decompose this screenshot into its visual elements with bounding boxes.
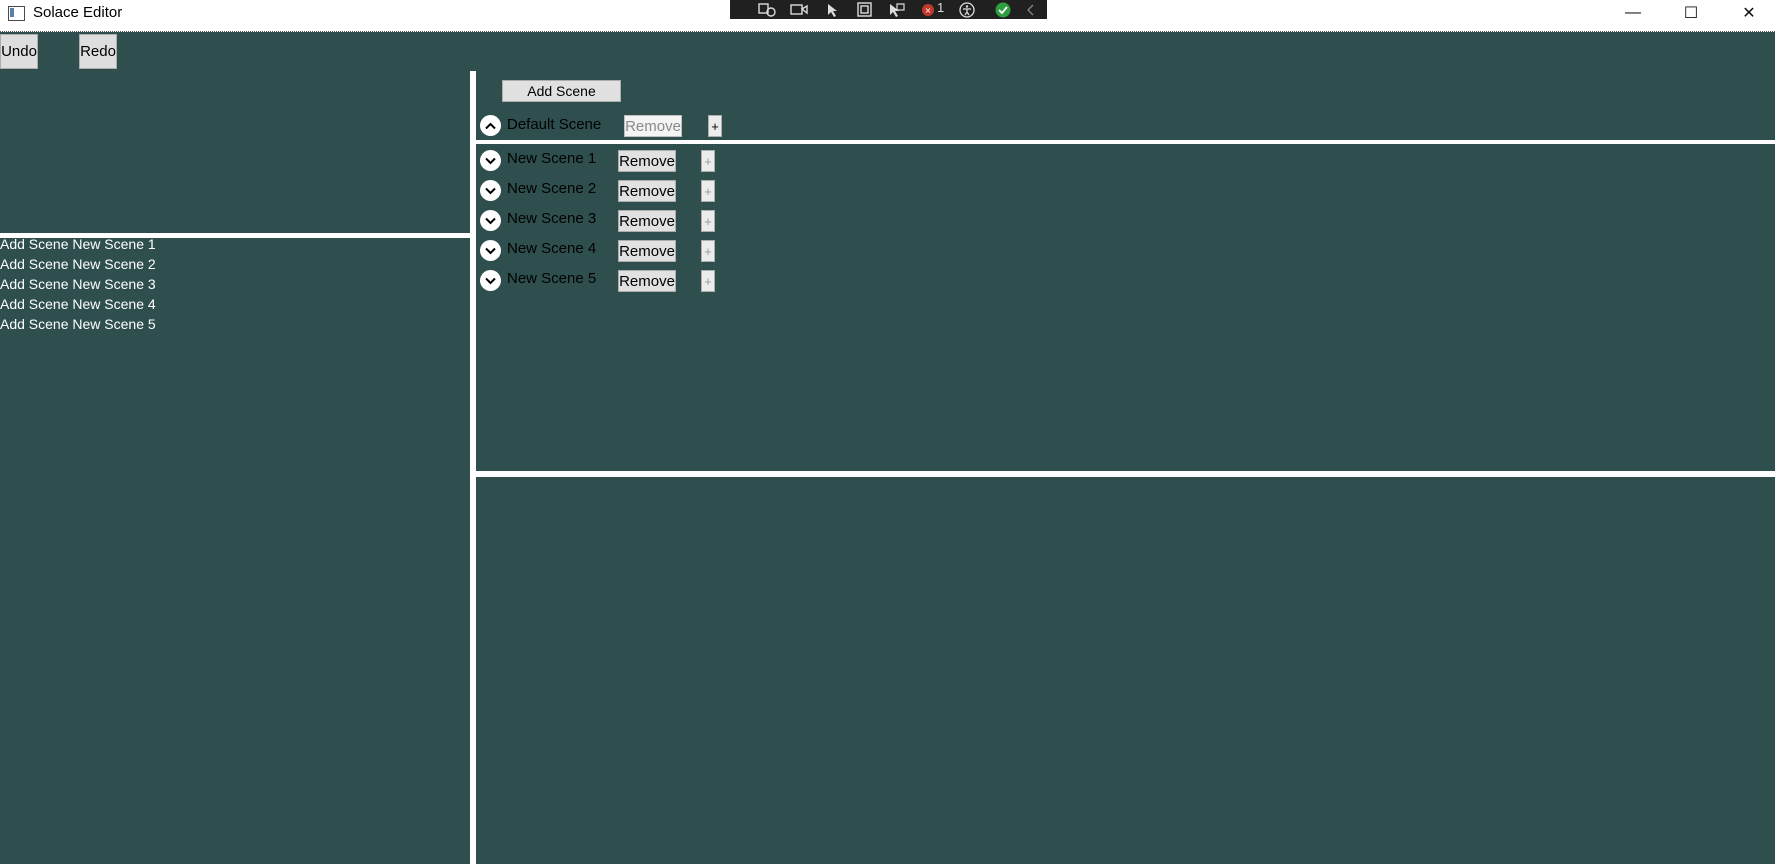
chevron-down-icon [485, 247, 496, 254]
chevron-down-icon [485, 217, 496, 224]
scene-remove-button[interactable]: Remove [618, 240, 676, 262]
log-line: Add Scene New Scene 3 [0, 276, 156, 292]
minimize-button[interactable]: — [1610, 0, 1656, 25]
live-visual-tree-icon[interactable] [756, 1, 778, 18]
window-title: Solace Editor [33, 4, 123, 21]
add-scene-button[interactable]: Add Scene [502, 80, 621, 102]
expand-toggle[interactable] [480, 270, 501, 291]
scene-remove-button[interactable]: Remove [618, 210, 676, 232]
scene-label: New Scene 5 [507, 270, 597, 287]
scene-remove-button[interactable]: Remove [618, 180, 676, 202]
scene-label: New Scene 2 [507, 180, 597, 197]
undo-button[interactable]: Undo [0, 34, 38, 69]
debug-toolbar: × 1 [730, 0, 1047, 19]
select-element-icon[interactable] [822, 1, 844, 18]
chevron-up-icon [485, 122, 496, 129]
default-scene-add-button[interactable]: + [708, 115, 722, 137]
scene-add-button[interactable]: + [701, 270, 715, 292]
chevron-down-icon [485, 187, 496, 194]
scene-label: New Scene 1 [507, 150, 597, 167]
log-line: Add Scene New Scene 5 [0, 316, 156, 332]
binding-failures-icon[interactable]: × [917, 1, 939, 18]
collapse-icon[interactable] [1020, 1, 1042, 18]
scene-add-button[interactable]: + [701, 240, 715, 262]
record-icon[interactable] [788, 1, 810, 18]
default-scene-remove-button[interactable]: Remove [624, 115, 682, 137]
log-line: Add Scene New Scene 2 [0, 256, 156, 272]
chevron-down-icon [485, 277, 496, 284]
svg-text:×: × [925, 6, 932, 15]
accessibility-icon[interactable] [956, 1, 978, 18]
scene-add-button[interactable]: + [701, 150, 715, 172]
scene-list-splitter[interactable] [476, 140, 1775, 144]
expand-toggle[interactable] [480, 210, 501, 231]
track-focus-icon[interactable] [885, 1, 907, 18]
expand-toggle[interactable] [480, 180, 501, 201]
close-button[interactable]: ✕ [1726, 0, 1772, 25]
app-icon [8, 6, 25, 21]
scene-add-button[interactable]: + [701, 210, 715, 232]
log-line: Add Scene New Scene 1 [0, 236, 156, 252]
title-bar[interactable]: Solace Editor × 1 — ☐ ✕ [0, 0, 1775, 32]
log-line: Add Scene New Scene 4 [0, 296, 156, 312]
display-layout-adorners-icon[interactable] [855, 1, 877, 18]
default-scene-label: Default Scene [507, 116, 602, 133]
chevron-down-icon [485, 157, 496, 164]
main-panel-splitter[interactable] [476, 471, 1775, 477]
collapse-toggle[interactable] [480, 115, 501, 136]
check-icon[interactable] [992, 1, 1014, 18]
scene-remove-button[interactable]: Remove [618, 270, 676, 292]
binding-failures-count: 1 [937, 0, 945, 15]
scene-add-button[interactable]: + [701, 180, 715, 202]
scene-label: New Scene 4 [507, 240, 597, 257]
maximize-button[interactable]: ☐ [1668, 0, 1714, 25]
scene-label: New Scene 3 [507, 210, 597, 227]
expand-toggle[interactable] [480, 150, 501, 171]
expand-toggle[interactable] [480, 240, 501, 261]
redo-button[interactable]: Redo [79, 34, 117, 69]
vertical-splitter[interactable] [470, 71, 476, 864]
scene-remove-button[interactable]: Remove [618, 150, 676, 172]
